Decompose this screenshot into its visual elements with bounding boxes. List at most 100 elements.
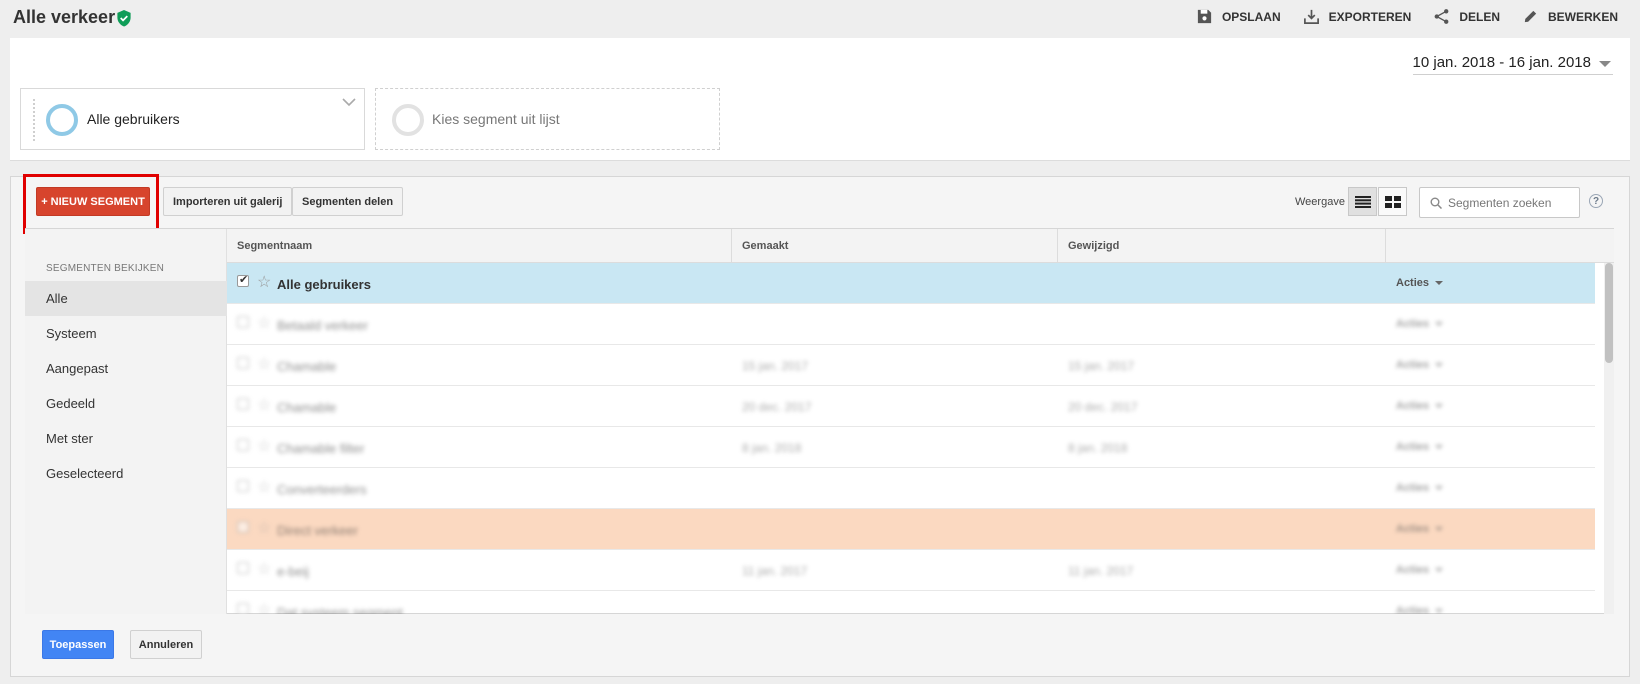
- table-row[interactable]: ☆ Converteerders Acties: [227, 468, 1595, 509]
- table-row[interactable]: ☆ Chamable filter 8 jan. 2018 8 jan. 2018 Ac…: [227, 427, 1595, 468]
- table-row[interactable]: ☆ e-beij 11 jan. 2017 11 jan. 2017 Acties: [227, 550, 1595, 591]
- segment-card-active[interactable]: Alle gebruikers: [20, 88, 365, 150]
- new-segment-button[interactable]: + NIEUW SEGMENT: [36, 187, 150, 216]
- table-row[interactable]: ☆ Direct verkeer Acties: [227, 509, 1595, 550]
- caret-down-icon: [1435, 527, 1444, 532]
- row-checkbox[interactable]: [237, 439, 249, 451]
- segment-sidebar: SEGMENTEN BEKIJKEN Alle Systeem Aangepas…: [25, 229, 227, 614]
- export-button[interactable]: EXPORTEREN: [1303, 8, 1411, 25]
- star-icon[interactable]: ☆: [257, 272, 271, 292]
- date-range-text: 10 jan. 2018 - 16 jan. 2018: [1412, 54, 1591, 71]
- sidebar-item-geselecteerd[interactable]: Geselecteerd: [25, 456, 227, 491]
- sidebar-heading: SEGMENTEN BEKIJKEN: [46, 263, 165, 274]
- help-icon[interactable]: ?: [1589, 194, 1603, 208]
- star-icon[interactable]: ☆: [257, 354, 271, 374]
- star-icon[interactable]: ☆: [257, 518, 271, 538]
- segment-table: Segmentnaam Gemaakt Gewijzigd ☆ Alle gebr…: [227, 229, 1614, 614]
- table-row[interactable]: ☆ Chamable 15 jan. 2017 15 jan. 2017 Acties: [227, 345, 1595, 386]
- save-button[interactable]: OPSLAAN: [1196, 8, 1281, 25]
- sidebar-item-aangepast[interactable]: Aangepast: [25, 351, 227, 386]
- modified-cell: 20 dec. 2017: [1068, 400, 1138, 414]
- actions-dropdown[interactable]: Acties: [1396, 564, 1444, 576]
- column-gemaakt[interactable]: Gemaakt: [732, 229, 1058, 263]
- apply-button[interactable]: Toepassen: [42, 630, 114, 659]
- column-actions: [1386, 229, 1614, 263]
- actions-label: Acties: [1396, 441, 1430, 453]
- star-icon[interactable]: ☆: [257, 559, 271, 579]
- share-segments-button[interactable]: Segmenten delen: [292, 187, 404, 216]
- view-label: Weergave: [1295, 196, 1345, 208]
- edit-button[interactable]: BEWERKEN: [1522, 8, 1618, 25]
- segment-name-cell[interactable]: Chamable: [277, 400, 336, 415]
- row-checkbox[interactable]: [237, 316, 249, 328]
- star-icon[interactable]: ☆: [257, 436, 271, 456]
- share-button[interactable]: DELEN: [1433, 8, 1500, 25]
- date-range-picker[interactable]: 10 jan. 2018 - 16 jan. 2018: [1412, 54, 1613, 75]
- save-icon: [1197, 9, 1212, 24]
- actions-dropdown[interactable]: Acties: [1396, 277, 1444, 289]
- table-row[interactable]: ☆ Chamable 20 dec. 2017 20 dec. 2017 Acties: [227, 386, 1595, 427]
- row-checkbox[interactable]: [237, 480, 249, 492]
- actions-dropdown[interactable]: Acties: [1396, 482, 1444, 494]
- star-icon[interactable]: ☆: [257, 477, 271, 497]
- edit-label: BEWERKEN: [1547, 9, 1618, 24]
- segment-name-cell[interactable]: e-beij: [277, 564, 309, 579]
- sidebar-item-alle[interactable]: Alle: [25, 281, 227, 316]
- export-icon: [1303, 9, 1319, 24]
- row-checkbox[interactable]: [237, 273, 249, 287]
- segment-name-cell[interactable]: Chamable: [277, 359, 336, 374]
- table-scrollbar[interactable]: [1604, 263, 1614, 614]
- row-checkbox[interactable]: [237, 357, 249, 369]
- actions-dropdown[interactable]: Acties: [1396, 318, 1444, 330]
- star-icon[interactable]: ☆: [257, 395, 271, 415]
- row-checkbox[interactable]: [237, 603, 249, 614]
- star-icon[interactable]: ☆: [257, 313, 271, 333]
- grid-view-icon: [1384, 195, 1401, 208]
- import-gallery-button[interactable]: Importeren uit galerij: [163, 187, 293, 216]
- table-header: Segmentnaam Gemaakt Gewijzigd: [227, 229, 1614, 263]
- drag-handle-icon[interactable]: [33, 99, 35, 141]
- modified-cell: 8 jan. 2018: [1068, 441, 1128, 455]
- table-row[interactable]: ☆ Betaald verkeer Acties: [227, 304, 1595, 345]
- actions-dropdown[interactable]: Acties: [1396, 400, 1444, 412]
- segment-search[interactable]: [1419, 187, 1580, 218]
- page-title: Alle verkeer: [13, 7, 116, 27]
- sidebar-item-gedeeld[interactable]: Gedeeld: [25, 386, 227, 421]
- table-row[interactable]: ☆ Alle gebruikers Acties: [227, 263, 1595, 304]
- chevron-down-icon[interactable]: [342, 97, 356, 107]
- cancel-button[interactable]: Annuleren: [130, 630, 202, 659]
- actions-dropdown[interactable]: Acties: [1396, 523, 1444, 535]
- segment-panel: 10 jan. 2018 - 16 jan. 2018 Alle gebruik…: [10, 38, 1630, 161]
- created-cell: 11 jan. 2017: [742, 564, 808, 578]
- actions-label: Acties: [1396, 359, 1430, 371]
- segment-name-cell[interactable]: Betaald verkeer: [277, 318, 368, 333]
- actions-dropdown[interactable]: Acties: [1396, 441, 1444, 453]
- search-input[interactable]: [1448, 195, 1578, 210]
- caret-down-icon: [1435, 568, 1444, 573]
- edit-icon: [1524, 10, 1537, 23]
- list-view-button[interactable]: [1348, 187, 1377, 216]
- row-checkbox[interactable]: [237, 398, 249, 410]
- grid-view-button[interactable]: [1378, 187, 1407, 216]
- row-checkbox[interactable]: [237, 521, 249, 533]
- scrollbar-thumb[interactable]: [1605, 263, 1613, 363]
- caret-down-icon: [1435, 363, 1444, 368]
- segment-empty-label: Kies segment uit lijst: [432, 111, 560, 127]
- star-icon[interactable]: ☆: [257, 600, 271, 614]
- sidebar-item-systeem[interactable]: Systeem: [25, 316, 227, 351]
- column-gewijzigd[interactable]: Gewijzigd: [1058, 229, 1386, 263]
- column-segmentnaam[interactable]: Segmentnaam: [227, 229, 732, 263]
- segment-name-cell[interactable]: Converteerders: [277, 482, 367, 497]
- row-checkbox[interactable]: [237, 562, 249, 574]
- segment-name-cell[interactable]: Dat systeem segment: [277, 605, 403, 614]
- table-row[interactable]: ☆ Dat systeem segment Acties: [227, 591, 1595, 614]
- modified-cell: 15 jan. 2017: [1068, 359, 1135, 373]
- actions-dropdown[interactable]: Acties: [1396, 605, 1444, 614]
- sidebar-item-met-ster[interactable]: Met ster: [25, 421, 227, 456]
- actions-dropdown[interactable]: Acties: [1396, 359, 1444, 371]
- created-cell: 15 jan. 2017: [742, 359, 809, 373]
- segment-name-cell[interactable]: Chamable filter: [277, 441, 364, 456]
- segment-card-empty[interactable]: Kies segment uit lijst: [375, 88, 720, 150]
- segment-name-cell[interactable]: Direct verkeer: [277, 523, 358, 538]
- segment-name-cell[interactable]: Alle gebruikers: [277, 277, 371, 292]
